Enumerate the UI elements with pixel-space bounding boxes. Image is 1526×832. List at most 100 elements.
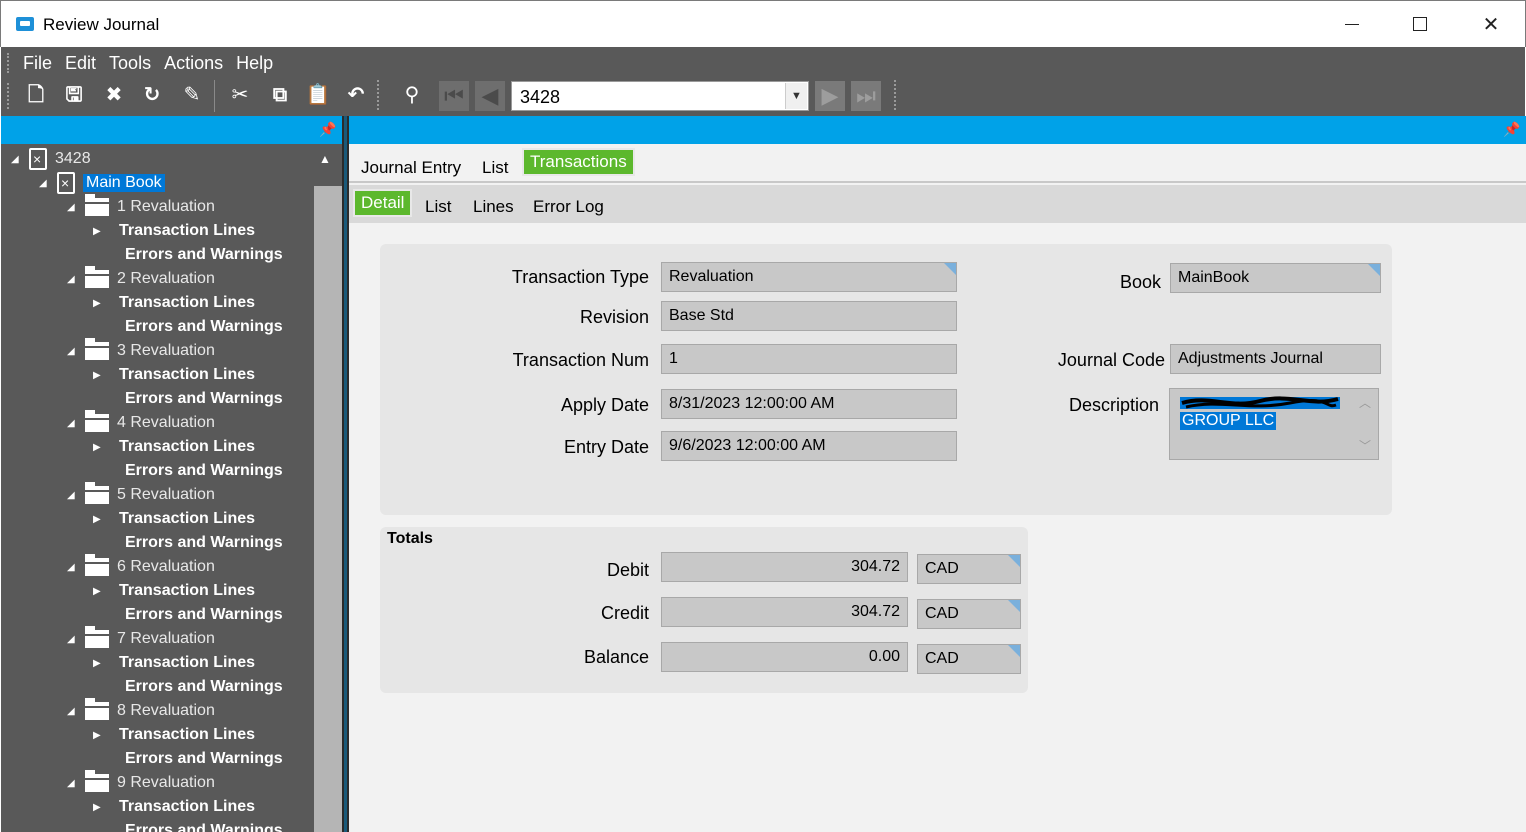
debit-currency-field[interactable]: CAD xyxy=(917,554,1021,584)
expand-icon[interactable]: ▶ xyxy=(93,298,107,309)
expand-icon[interactable]: ▶ xyxy=(93,370,107,381)
revision-field[interactable]: Base Std xyxy=(661,301,957,331)
first-record-button[interactable]: ⏮ xyxy=(439,81,469,111)
tree-group[interactable]: ◢ 2 Revaluation xyxy=(67,266,215,291)
menu-actions[interactable]: Actions xyxy=(164,51,223,75)
tree-group[interactable]: ◢ 6 Revaluation xyxy=(67,554,215,579)
expand-icon[interactable]: ▶ xyxy=(93,442,107,453)
apply-date-field[interactable]: 8/31/2023 12:00:00 AM xyxy=(661,389,957,419)
tab-lines[interactable]: Lines xyxy=(473,197,514,217)
tree-item-errors[interactable]: Errors and Warnings xyxy=(125,531,283,555)
new-icon[interactable]: 🗋 xyxy=(23,82,49,108)
transaction-type-field[interactable]: Revaluation xyxy=(661,262,957,292)
menu-edit[interactable]: Edit xyxy=(65,51,96,75)
tree-item-errors[interactable]: Errors and Warnings xyxy=(125,243,283,267)
menu-grip[interactable] xyxy=(7,53,11,73)
tree-group[interactable]: ◢ 7 Revaluation xyxy=(67,626,215,651)
balance-field[interactable]: 0.00 xyxy=(661,642,908,672)
undo-icon[interactable]: ↶ xyxy=(343,82,369,108)
menu-help[interactable]: Help xyxy=(236,51,273,75)
record-combo[interactable]: 3428 ▼ xyxy=(511,81,809,111)
collapse-icon[interactable]: ◢ xyxy=(67,562,81,573)
scroll-up-icon[interactable]: ▲ xyxy=(319,152,331,166)
chevron-down-icon[interactable]: ▼ xyxy=(785,83,807,109)
collapse-icon[interactable]: ◢ xyxy=(67,202,81,213)
menu-tools[interactable]: Tools xyxy=(109,51,151,75)
collapse-icon[interactable]: ◢ xyxy=(67,274,81,285)
tree-group[interactable]: ◢ 8 Revaluation xyxy=(67,698,215,723)
prev-record-button[interactable]: ◀ xyxy=(475,81,505,111)
collapse-icon[interactable]: ◢ xyxy=(67,490,81,501)
chevron-up-icon[interactable]: ︿ xyxy=(1353,394,1377,411)
save-icon[interactable]: 🖫 xyxy=(61,82,87,108)
tree-group[interactable]: ◢ 5 Revaluation xyxy=(67,482,215,507)
tree-item-transaction-lines[interactable]: ▶ Transaction Lines xyxy=(93,363,255,387)
expand-icon[interactable]: ▶ xyxy=(93,802,107,813)
panel-splitter[interactable] xyxy=(342,116,349,832)
collapse-icon[interactable]: ◢ xyxy=(67,778,81,789)
expand-icon[interactable]: ▶ xyxy=(93,586,107,597)
balance-currency-field[interactable]: CAD xyxy=(917,644,1021,674)
credit-field[interactable]: 304.72 xyxy=(661,597,908,627)
chevron-down-icon[interactable]: ﹀ xyxy=(1353,437,1377,454)
tree-item-transaction-lines[interactable]: ▶ Transaction Lines xyxy=(93,651,255,675)
debit-field[interactable]: 304.72 xyxy=(661,552,908,582)
tree-root[interactable]: ◢ 3428 xyxy=(11,147,91,171)
delete-icon[interactable]: ✖ xyxy=(101,82,127,108)
tree-group[interactable]: ◢ 1 Revaluation xyxy=(67,194,215,219)
toolbar-grip-3[interactable] xyxy=(894,80,898,110)
next-record-button[interactable]: ▶ xyxy=(815,81,845,111)
tab-transactions[interactable]: Transactions xyxy=(522,148,635,176)
expand-icon[interactable]: ▶ xyxy=(93,658,107,669)
clear-icon[interactable]: ✎ xyxy=(179,82,205,108)
description-field[interactable]: GROUP LLC ︿ ﹀ xyxy=(1169,388,1379,460)
tree-item-transaction-lines[interactable]: ▶ Transaction Lines xyxy=(93,507,255,531)
tree-item-transaction-lines[interactable]: ▶ Transaction Lines xyxy=(93,219,255,243)
collapse-icon[interactable]: ◢ xyxy=(67,634,81,645)
minimize-button[interactable] xyxy=(1317,1,1387,47)
tab-sub-list[interactable]: List xyxy=(425,197,451,217)
collapse-icon[interactable]: ◢ xyxy=(67,418,81,429)
copy-icon[interactable]: ⧉ xyxy=(267,82,293,108)
toolbar-grip[interactable] xyxy=(7,83,11,109)
entry-date-field[interactable]: 9/6/2023 12:00:00 AM xyxy=(661,431,957,461)
tree-item-errors[interactable]: Errors and Warnings xyxy=(125,459,283,483)
tree-item-transaction-lines[interactable]: ▶ Transaction Lines xyxy=(93,795,255,819)
tab-detail[interactable]: Detail xyxy=(353,189,413,217)
tree-item-errors[interactable]: Errors and Warnings xyxy=(125,603,283,627)
tree-group[interactable]: ◢ 3 Revaluation xyxy=(67,338,215,363)
maximize-button[interactable] xyxy=(1385,1,1455,47)
tree-group[interactable]: ◢ 4 Revaluation xyxy=(67,410,215,435)
tree-item-errors[interactable]: Errors and Warnings xyxy=(125,315,283,339)
expand-icon[interactable]: ▶ xyxy=(93,730,107,741)
cut-icon[interactable]: ✂ xyxy=(227,82,253,108)
tree-item-transaction-lines[interactable]: ▶ Transaction Lines xyxy=(93,435,255,459)
last-record-button[interactable]: ⏭ xyxy=(851,81,881,111)
tree-group[interactable]: ◢ 9 Revaluation xyxy=(67,770,215,795)
collapse-icon[interactable]: ◢ xyxy=(39,178,53,189)
description-scrollbar[interactable]: ︿ ﹀ xyxy=(1353,390,1377,458)
tree-item-errors[interactable]: Errors and Warnings xyxy=(125,675,283,699)
pin-icon[interactable]: 📌 xyxy=(319,121,336,138)
collapse-icon[interactable]: ◢ xyxy=(67,346,81,357)
close-window-button[interactable]: ✕ xyxy=(1456,1,1526,47)
journal-code-field[interactable]: Adjustments Journal xyxy=(1170,344,1381,374)
search-icon[interactable]: ⚲ xyxy=(399,82,425,108)
tree-item-errors[interactable]: Errors and Warnings xyxy=(125,819,283,832)
transaction-num-field[interactable]: 1 xyxy=(661,344,957,374)
tree-item-errors[interactable]: Errors and Warnings xyxy=(125,387,283,411)
expand-icon[interactable]: ▶ xyxy=(93,514,107,525)
collapse-icon[interactable]: ◢ xyxy=(11,154,25,165)
collapse-icon[interactable]: ◢ xyxy=(67,706,81,717)
tree-item-transaction-lines[interactable]: ▶ Transaction Lines xyxy=(93,291,255,315)
tree-scrollbar[interactable] xyxy=(314,186,342,832)
tab-journal-entry[interactable]: Journal Entry xyxy=(361,158,461,178)
tab-list[interactable]: List xyxy=(482,158,508,178)
tab-error-log[interactable]: Error Log xyxy=(533,197,604,217)
tree-book[interactable]: ◢ Main Book xyxy=(39,171,165,195)
pin-icon[interactable]: 📌 xyxy=(1503,121,1520,138)
tree-item-transaction-lines[interactable]: ▶ Transaction Lines xyxy=(93,723,255,747)
credit-currency-field[interactable]: CAD xyxy=(917,599,1021,629)
paste-icon[interactable]: 📋 xyxy=(305,82,331,108)
expand-icon[interactable]: ▶ xyxy=(93,226,107,237)
